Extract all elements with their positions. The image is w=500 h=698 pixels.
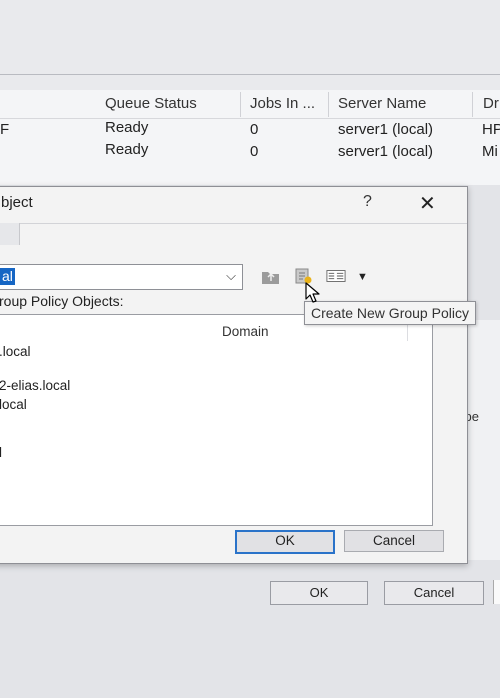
driver-cell: HP bbox=[482, 121, 500, 138]
chevron-down-icon[interactable]: ⌵ bbox=[226, 268, 236, 284]
background-divider bbox=[0, 74, 500, 75]
browse-gpo-dialog: bject ? ✕ al ⌵ ▼ roup Policy Objects: Do… bbox=[0, 186, 468, 564]
list-item[interactable]: local bbox=[0, 397, 27, 412]
outer-window-edge bbox=[493, 580, 500, 604]
dialog-title: bject bbox=[1, 194, 33, 211]
queue-status-cell: Ready bbox=[105, 119, 149, 136]
list-item[interactable]: l bbox=[0, 445, 2, 460]
server-cell: server1 (local) bbox=[338, 121, 434, 138]
col-queue-status[interactable]: Queue Status bbox=[105, 95, 197, 112]
outer-cancel-button[interactable]: Cancel bbox=[384, 581, 484, 605]
queue-status-cell: Ready bbox=[105, 141, 149, 158]
list-item[interactable]: .local bbox=[0, 344, 31, 359]
background-side-panel bbox=[467, 320, 500, 560]
server-cell: server1 (local) bbox=[338, 143, 434, 160]
help-icon[interactable]: ? bbox=[363, 193, 372, 211]
mouse-cursor-icon bbox=[305, 282, 320, 303]
col-server-name[interactable]: Server Name bbox=[338, 95, 426, 112]
jobs-cell: 0 bbox=[250, 121, 259, 138]
tab-domains[interactable] bbox=[0, 223, 20, 245]
look-in-value: al bbox=[0, 268, 15, 285]
domain-column-header[interactable]: Domain bbox=[222, 324, 269, 339]
look-in-combobox[interactable]: al ⌵ bbox=[0, 264, 243, 290]
row-prefix: F bbox=[0, 121, 10, 138]
up-folder-icon[interactable] bbox=[261, 267, 281, 285]
tooltip: Create New Group Policy bbox=[304, 301, 476, 325]
jobs-cell: 0 bbox=[250, 143, 259, 160]
view-dropdown-icon[interactable]: ▼ bbox=[357, 271, 368, 283]
table-row[interactable]: Ready 0 server1 (local) Mi bbox=[0, 141, 500, 163]
background-window-top bbox=[0, 0, 500, 90]
table-row[interactable]: F Ready 0 server1 (local) HP bbox=[0, 119, 500, 141]
col-separator[interactable] bbox=[240, 92, 241, 117]
view-menu-icon[interactable] bbox=[326, 267, 346, 285]
close-icon[interactable]: ✕ bbox=[419, 191, 436, 216]
gpo-list-label: roup Policy Objects: bbox=[0, 293, 124, 309]
printer-list-header: Queue Status Jobs In ... Server Name Dr bbox=[0, 92, 500, 119]
cancel-button[interactable]: Cancel bbox=[344, 530, 444, 552]
col-separator[interactable] bbox=[328, 92, 329, 117]
outer-ok-button[interactable]: OK bbox=[270, 581, 368, 605]
driver-cell: Mi bbox=[482, 143, 498, 160]
gpo-list[interactable]: Domain .local 2-elias.local local l bbox=[0, 314, 433, 526]
ok-button[interactable]: OK bbox=[235, 530, 335, 554]
list-item[interactable]: 2-elias.local bbox=[0, 378, 70, 393]
col-jobs-in[interactable]: Jobs In ... bbox=[250, 95, 315, 112]
col-driver[interactable]: Dr bbox=[483, 95, 499, 112]
col-separator[interactable] bbox=[472, 92, 473, 117]
tab-strip bbox=[0, 223, 467, 224]
